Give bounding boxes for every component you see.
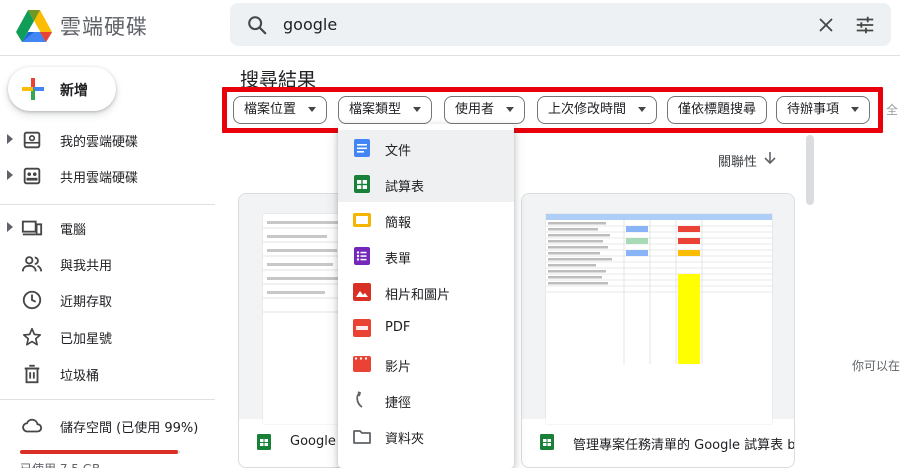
storage-usage-fill bbox=[20, 450, 179, 454]
sidebar-item-label: 儲存空間 (已使用 99%) bbox=[60, 421, 199, 436]
menu-item-label: 簡報 bbox=[385, 216, 412, 231]
trash-icon bbox=[24, 364, 40, 384]
forms-icon bbox=[354, 247, 370, 265]
plus-icon bbox=[22, 78, 44, 100]
image-icon bbox=[353, 283, 371, 301]
highlight-frame bbox=[222, 87, 883, 133]
sidebar-item-label: 與我共用 bbox=[60, 259, 113, 274]
sort-label[interactable]: 關聯性 bbox=[718, 151, 757, 170]
menu-item-label: 資料夾 bbox=[385, 432, 425, 447]
expand-caret-icon[interactable] bbox=[7, 134, 13, 144]
sidebar-item-shared-drives[interactable]: 共用雲端硬碟 bbox=[0, 160, 215, 192]
menu-item-video[interactable]: 影片 bbox=[338, 346, 514, 382]
menu-item-folder[interactable]: 資料夾 bbox=[338, 418, 514, 454]
menu-item-forms[interactable]: 表單 bbox=[338, 238, 514, 274]
docs-icon bbox=[354, 139, 370, 157]
slides-icon bbox=[353, 213, 371, 227]
close-icon[interactable] bbox=[815, 14, 837, 36]
sidebar-item-label: 我的雲端硬碟 bbox=[60, 135, 139, 150]
menu-item-label: 相片和圖片 bbox=[385, 288, 451, 303]
menu-item-label: 捷徑 bbox=[385, 396, 412, 411]
empty-hint-text: 你可以在 bbox=[852, 359, 900, 373]
shortcut-icon bbox=[356, 391, 363, 408]
sidebar-item-computers[interactable]: 電腦 bbox=[0, 212, 215, 244]
my-drive-icon bbox=[23, 131, 41, 149]
star-icon bbox=[22, 327, 42, 346]
menu-item-shortcut[interactable]: 捷徑 bbox=[338, 382, 514, 418]
sidebar-item-shared-with-me[interactable]: 與我共用 bbox=[0, 248, 215, 280]
filter-chip-overflow[interactable]: 全 bbox=[886, 101, 898, 118]
new-button[interactable]: 新增 bbox=[8, 67, 116, 111]
folder-icon bbox=[353, 430, 371, 444]
sidebar-item-label: 垃圾桶 bbox=[60, 369, 100, 384]
sheets-icon bbox=[354, 175, 370, 193]
video-icon bbox=[353, 356, 371, 372]
search-options-icon[interactable] bbox=[854, 14, 876, 36]
sidebar-divider bbox=[0, 399, 215, 400]
spreadsheet-preview bbox=[546, 214, 772, 424]
sidebar-item-recent[interactable]: 近期存取 bbox=[0, 284, 215, 316]
menu-item-label: 試算表 bbox=[385, 180, 425, 195]
sidebar-item-trash[interactable]: 垃圾桶 bbox=[0, 358, 215, 390]
file-card[interactable]: 管理專案任務清單的 Google 試算表 b... bbox=[521, 193, 795, 468]
computer-icon bbox=[21, 220, 43, 236]
cloud-icon bbox=[22, 418, 43, 433]
clock-icon bbox=[22, 290, 42, 310]
expand-caret-icon[interactable] bbox=[7, 222, 13, 232]
storage-usage-bar bbox=[20, 450, 180, 454]
sidebar-item-starred[interactable]: 已加星號 bbox=[0, 321, 215, 353]
top-bar: 雲端硬碟 google bbox=[0, 0, 900, 56]
sheets-icon bbox=[257, 434, 271, 450]
file-type-menu: 文件 試算表 簡報 表單 相片和圖片 PDF 影片 捷徑 資料夾 bbox=[338, 124, 514, 468]
scrollbar[interactable] bbox=[806, 135, 814, 205]
file-thumbnail bbox=[522, 194, 794, 424]
menu-item-sheets[interactable]: 試算表 bbox=[338, 166, 514, 202]
menu-item-label: 文件 bbox=[385, 144, 412, 159]
shared-drives-icon bbox=[23, 167, 41, 185]
sidebar-item-label: 近期存取 bbox=[60, 295, 113, 310]
sidebar-item-my-drive[interactable]: 我的雲端硬碟 bbox=[0, 124, 215, 156]
expand-caret-icon[interactable] bbox=[7, 170, 13, 180]
menu-item-slides[interactable]: 簡報 bbox=[338, 202, 514, 238]
menu-item-pdf[interactable]: PDF bbox=[338, 310, 514, 346]
sheets-icon bbox=[540, 434, 554, 450]
search-bar[interactable]: google bbox=[230, 3, 891, 46]
menu-item-docs[interactable]: 文件 bbox=[338, 130, 514, 166]
pdf-icon bbox=[353, 319, 371, 337]
sidebar-item-label: 已加星號 bbox=[60, 332, 113, 347]
menu-item-label: PDF bbox=[385, 320, 411, 335]
people-icon bbox=[21, 256, 43, 272]
search-icon[interactable] bbox=[246, 14, 268, 36]
menu-item-label: 影片 bbox=[385, 360, 412, 375]
menu-item-label: 表單 bbox=[385, 252, 412, 267]
sidebar-divider bbox=[0, 204, 215, 205]
file-name: 管理專案任務清單的 Google 試算表 b... bbox=[573, 438, 795, 453]
sidebar-item-storage[interactable]: 儲存空間 (已使用 99%) bbox=[0, 410, 215, 442]
menu-item-images[interactable]: 相片和圖片 bbox=[338, 274, 514, 310]
arrow-down-icon[interactable] bbox=[762, 150, 778, 166]
drive-logo-icon[interactable] bbox=[14, 8, 54, 44]
search-input[interactable]: google bbox=[283, 15, 337, 34]
storage-usage-text: 已使用 7.5 GB bbox=[20, 460, 100, 468]
sidebar-item-label: 共用雲端硬碟 bbox=[60, 171, 139, 186]
sidebar-item-label: 電腦 bbox=[60, 223, 87, 238]
new-button-label: 新增 bbox=[60, 83, 88, 99]
app-title: 雲端硬碟 bbox=[60, 15, 148, 39]
